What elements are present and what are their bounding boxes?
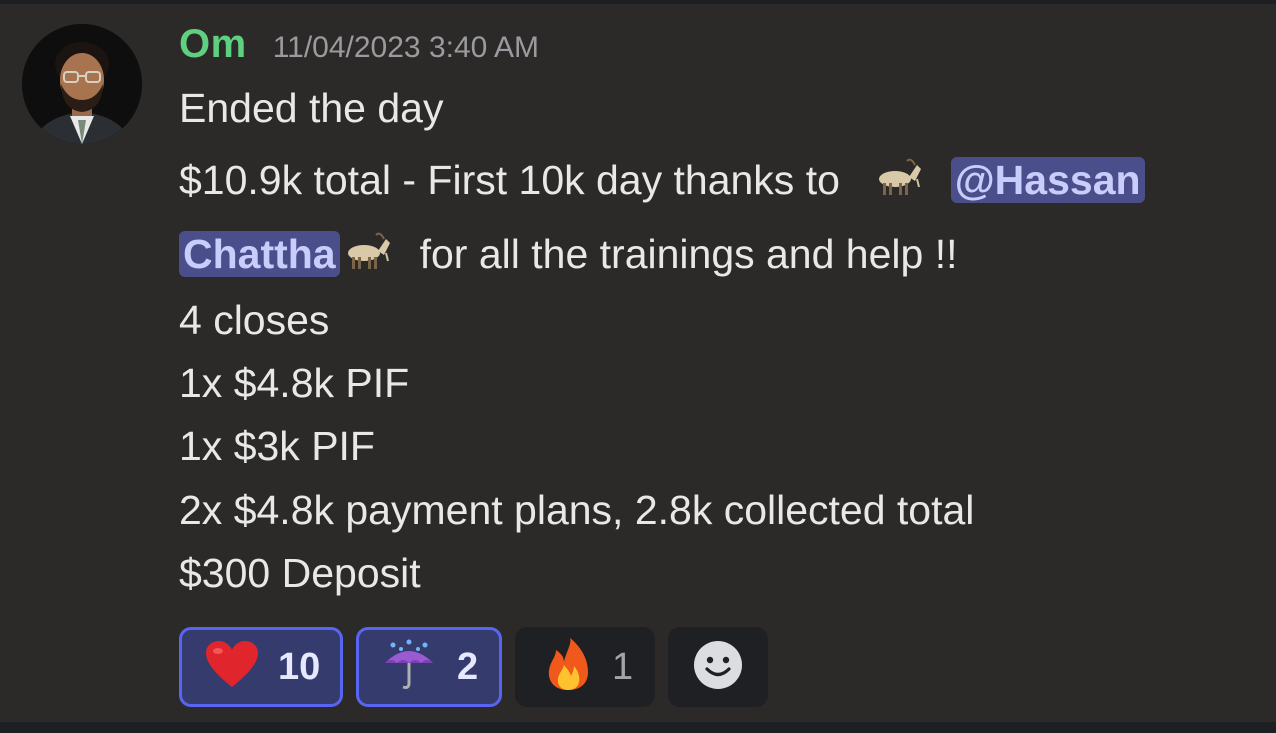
message-line: Ended the day <box>179 85 444 131</box>
message-text: $10.9k total - First 10k day thanks to <box>179 157 840 203</box>
bottom-divider <box>0 722 1276 733</box>
heart-icon <box>206 640 258 694</box>
reactions-bar: 10 2 1 <box>179 627 768 707</box>
user-mention[interactable]: @Hassan <box>950 157 1145 203</box>
user-mention[interactable]: Chattha <box>179 231 340 277</box>
avatar[interactable] <box>22 24 142 144</box>
reaction-umbrella[interactable]: 2 <box>356 627 502 707</box>
add-reaction-button[interactable] <box>668 627 768 707</box>
reaction-count: 1 <box>612 645 634 688</box>
message-line: 2x $4.8k payment plans, 2.8k collected t… <box>179 487 975 533</box>
message-header: Om 11/04/2023 3:40 AM <box>179 22 539 66</box>
timestamp[interactable]: 11/04/2023 3:40 AM <box>273 31 539 65</box>
reaction-count: 10 <box>278 645 321 688</box>
reaction-count: 2 <box>457 645 479 688</box>
umbrella-rain-icon <box>381 639 437 696</box>
message-line: Chattha for all the trainings and help !… <box>179 226 958 285</box>
message-line: $300 Deposit <box>179 550 421 596</box>
username[interactable]: Om <box>179 22 247 67</box>
message-text: for all the trainings and help !! <box>419 231 958 277</box>
goat-icon <box>871 155 923 211</box>
message-line: 1x $4.8k PIF <box>179 360 410 406</box>
chat-message: Om 11/04/2023 3:40 AM Ended the day $10.… <box>0 4 1276 722</box>
reaction-heart[interactable]: 10 <box>179 627 343 707</box>
goat-icon <box>340 229 392 285</box>
message-line: 1x $3k PIF <box>179 423 375 469</box>
reaction-fire[interactable]: 1 <box>515 627 655 707</box>
message-line: $10.9k total - First 10k day thanks to @… <box>179 152 1145 211</box>
smiley-add-reaction-icon <box>693 640 743 695</box>
fire-icon <box>544 637 592 697</box>
message-line: 4 closes <box>179 297 330 343</box>
